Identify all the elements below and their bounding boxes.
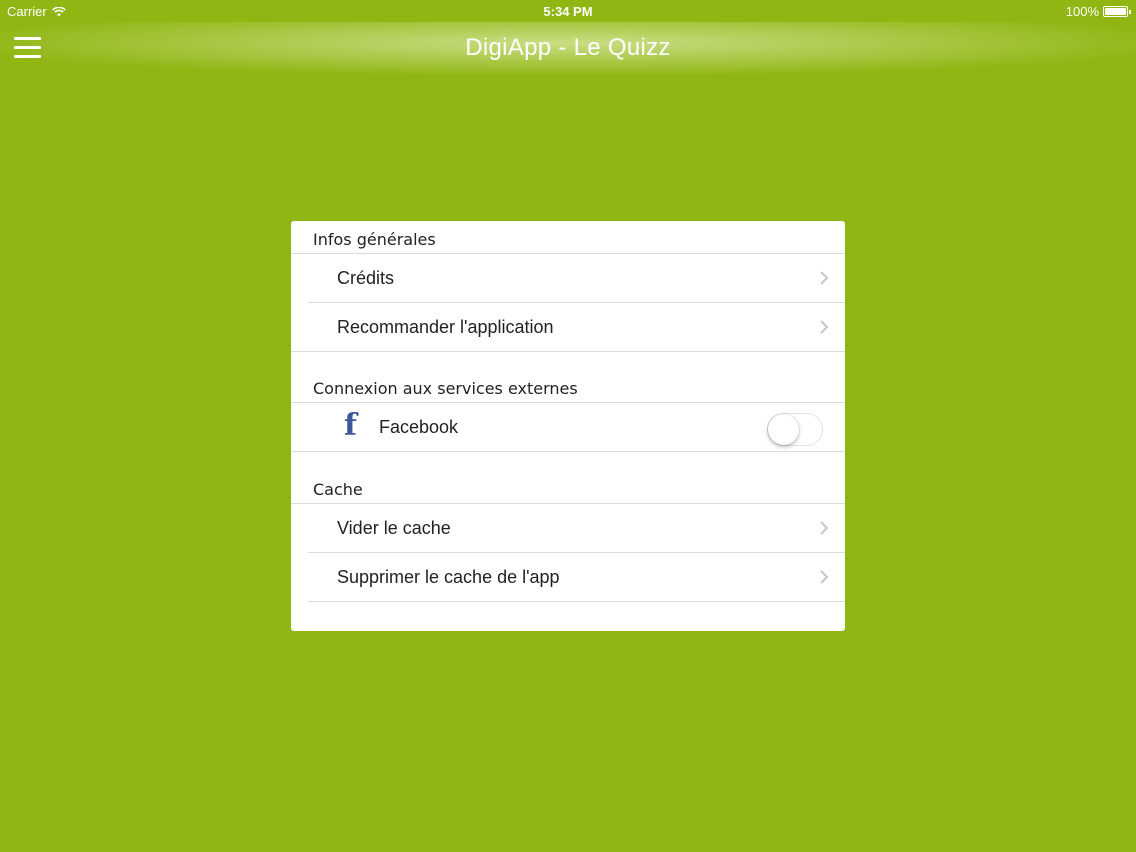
facebook-toggle[interactable] (767, 413, 823, 446)
navigation-bar: DigiApp - Le Quizz (0, 22, 1136, 74)
chevron-right-icon (820, 320, 829, 334)
credits-label: Crédits (337, 268, 395, 288)
delete-app-cache-label: Supprimer le cache de l'app (337, 567, 560, 587)
status-bar: Carrier 5:34 PM 100% (0, 0, 1136, 22)
clock: 5:34 PM (543, 4, 593, 19)
chevron-right-icon (820, 521, 829, 535)
battery-icon (1103, 6, 1131, 17)
recommend-app-row[interactable]: Recommander l'application (291, 303, 845, 352)
page-title: DigiApp - Le Quizz (465, 34, 671, 61)
section-header-cache: Cache (291, 471, 845, 504)
toggle-knob (768, 414, 799, 445)
facebook-row: f Facebook (291, 403, 845, 452)
battery-percent: 100% (1065, 4, 1099, 19)
settings-panel: Infos générales Crédits Recommander l'ap… (291, 221, 845, 631)
section-header-general: Infos générales (291, 221, 845, 254)
section-header-external-services: Connexion aux services externes (291, 370, 845, 403)
clear-cache-label: Vider le cache (337, 518, 451, 538)
battery-indicator: 100% (1065, 4, 1131, 19)
credits-row[interactable]: Crédits (291, 254, 845, 303)
clear-cache-row[interactable]: Vider le cache (291, 504, 845, 553)
recommend-app-label: Recommander l'application (337, 316, 554, 337)
chevron-right-icon (820, 570, 829, 584)
chevron-right-icon (820, 271, 829, 285)
facebook-icon: f (344, 408, 357, 443)
delete-app-cache-row[interactable]: Supprimer le cache de l'app (291, 553, 845, 602)
